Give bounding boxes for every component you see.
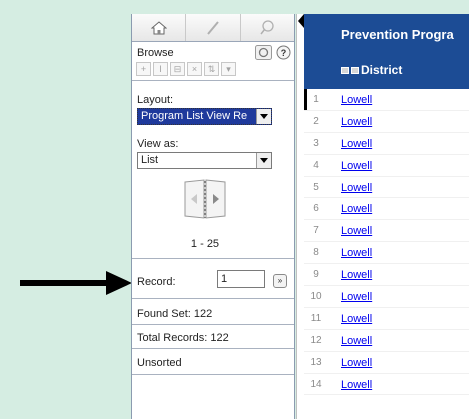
- row-number: 5: [313, 181, 319, 193]
- layout-select[interactable]: Program List View Re: [137, 108, 272, 125]
- table-row[interactable]: 14 Lowell: [304, 374, 469, 396]
- district-link[interactable]: Lowell: [341, 116, 372, 128]
- district-link[interactable]: Lowell: [341, 247, 372, 259]
- district-link[interactable]: Lowell: [341, 225, 372, 237]
- go-to-record-button[interactable]: »: [273, 274, 287, 288]
- divider: [132, 298, 294, 299]
- total-records-count: Total Records: 122: [137, 332, 229, 344]
- tab-find[interactable]: [241, 14, 294, 41]
- svg-text:?: ?: [281, 48, 287, 58]
- district-link[interactable]: Lowell: [341, 203, 372, 215]
- record-number-input[interactable]: 1: [217, 270, 265, 288]
- sort-status: Unsorted: [137, 357, 182, 369]
- row-number: 4: [313, 159, 319, 171]
- help-icon[interactable]: ?: [276, 45, 291, 60]
- district-link[interactable]: Lowell: [341, 357, 372, 369]
- found-set-count: Found Set: 122: [137, 308, 213, 320]
- sort-icon[interactable]: ⇅: [204, 62, 219, 76]
- divider: [132, 324, 294, 325]
- new-record-icon[interactable]: +: [136, 62, 151, 76]
- row-number: 2: [313, 115, 319, 127]
- record-range: 1 - 25: [190, 238, 220, 250]
- divider: [132, 348, 294, 349]
- district-link[interactable]: Lowell: [341, 335, 372, 347]
- row-number: 8: [313, 247, 319, 259]
- view-as-select-value: List: [141, 154, 159, 166]
- row-number: 11: [310, 312, 322, 324]
- layout-select-value: Program List View Re: [141, 110, 248, 122]
- panel-splitter[interactable]: [296, 14, 304, 419]
- table-row[interactable]: 13 Lowell: [304, 352, 469, 374]
- status-toolbar: Browse ? + I ⊟ × ⇅ ▾ Layout: Program Lis…: [131, 14, 295, 419]
- mode-row: Browse ?: [132, 42, 294, 62]
- chevron-down-icon: [256, 109, 271, 124]
- pointer-arrow-icon: [20, 271, 132, 295]
- row-number: 1: [313, 94, 319, 105]
- refresh-icon[interactable]: [255, 45, 272, 60]
- row-number: 9: [313, 269, 319, 281]
- district-link[interactable]: Lowell: [341, 379, 372, 391]
- view-options-icon[interactable]: ▾: [221, 62, 236, 76]
- column-header-district[interactable]: District: [341, 63, 402, 77]
- row-number: 12: [310, 334, 322, 346]
- table-row[interactable]: 3 Lowell: [304, 133, 469, 155]
- table-row[interactable]: 2 Lowell: [304, 111, 469, 133]
- divider: [132, 258, 294, 259]
- mode-label: Browse: [137, 47, 174, 59]
- district-link[interactable]: Lowell: [341, 313, 372, 325]
- view-as-select[interactable]: List: [137, 152, 272, 169]
- table-row[interactable]: 6 Lowell: [304, 198, 469, 221]
- district-link[interactable]: Lowell: [341, 291, 372, 303]
- row-number: 6: [313, 203, 319, 215]
- row-number: 13: [310, 356, 322, 368]
- table-row[interactable]: 12 Lowell: [304, 330, 469, 352]
- chevron-down-icon: [256, 153, 271, 168]
- record-book-icon[interactable]: [179, 178, 231, 220]
- home-icon: [150, 20, 167, 34]
- district-link[interactable]: Lowell: [341, 94, 372, 106]
- duplicate-record-icon[interactable]: I: [153, 62, 168, 76]
- record-label: Record:: [137, 276, 176, 288]
- omit-record-icon[interactable]: ⊟: [170, 62, 185, 76]
- page-title: Prevention Progra: [341, 27, 454, 42]
- sort-ascending-icon[interactable]: [351, 66, 359, 74]
- table-row[interactable]: 9 Lowell: [304, 264, 469, 287]
- column-header-label: District: [361, 63, 403, 77]
- table-row[interactable]: 1 Lowell: [304, 89, 469, 111]
- record-actions-row: + I ⊟ × ⇅ ▾: [136, 62, 236, 76]
- tab-layout-edit[interactable]: [186, 14, 241, 41]
- row-number: 14: [310, 378, 322, 390]
- search-icon: [260, 19, 274, 34]
- table-row[interactable]: 8 Lowell: [304, 242, 469, 265]
- list-header: Prevention Progra District: [304, 14, 469, 89]
- row-number: 10: [310, 291, 322, 303]
- divider: [132, 374, 294, 375]
- view-as-label: View as:: [137, 138, 179, 150]
- tab-browse-home[interactable]: [132, 14, 187, 41]
- delete-record-icon[interactable]: ×: [187, 62, 202, 76]
- district-link[interactable]: Lowell: [341, 182, 372, 194]
- divider: [132, 80, 294, 81]
- row-number: 3: [313, 137, 319, 149]
- table-row[interactable]: 4 Lowell: [304, 155, 469, 177]
- table-row[interactable]: 10 Lowell: [304, 286, 469, 308]
- layout-label: Layout:: [137, 94, 174, 106]
- sort-descending-icon[interactable]: [341, 66, 349, 74]
- table-row[interactable]: 7 Lowell: [304, 220, 469, 243]
- pencil-icon: [207, 20, 219, 35]
- table-row[interactable]: 11 Lowell: [304, 308, 469, 330]
- row-number: 7: [313, 225, 319, 237]
- record-list: 1 Lowell 2 Lowell 3 Lowell 4 Lowell 5 Lo…: [304, 89, 469, 419]
- toolbar-tabs: [132, 14, 294, 42]
- district-link[interactable]: Lowell: [341, 138, 372, 150]
- district-link[interactable]: Lowell: [341, 160, 372, 172]
- district-link[interactable]: Lowell: [341, 269, 372, 281]
- table-row[interactable]: 5 Lowell: [304, 177, 469, 199]
